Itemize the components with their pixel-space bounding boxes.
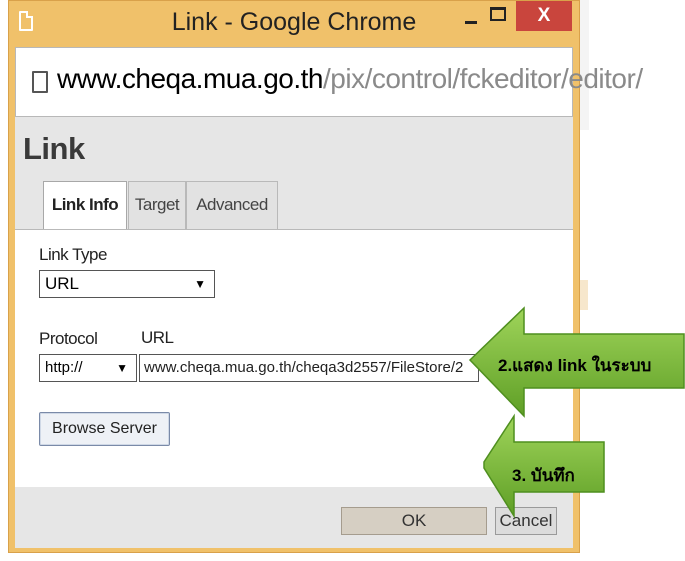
link-type-label: Link Type: [39, 245, 107, 264]
url-host: www.cheqa.mua.go.th: [57, 63, 324, 94]
annotation-callout-link: 2.แสดง link ในระบบ: [498, 356, 652, 375]
link-type-select[interactable]: URL ▼: [39, 270, 215, 298]
page-icon: [32, 71, 48, 93]
minimize-button[interactable]: [463, 11, 481, 25]
maximize-button[interactable]: [490, 7, 506, 21]
dropdown-arrow-icon: ▼: [116, 361, 128, 375]
url-path: /pix/control/fckeditor/editor/: [323, 63, 643, 94]
ok-button[interactable]: OK: [341, 507, 487, 535]
browse-server-button[interactable]: Browse Server: [39, 412, 170, 446]
protocol-value: http://: [45, 359, 83, 376]
url-input[interactable]: www.cheqa.mua.go.th/cheqa3d2557/FileStor…: [139, 354, 479, 382]
protocol-label: Protocol: [39, 329, 98, 348]
tab-link-info[interactable]: Link Info: [43, 181, 127, 229]
address-url: www.cheqa.mua.go.th/pix/control/fckedito…: [57, 63, 643, 95]
annotation-callout-save: 3. บันทึก: [512, 466, 575, 485]
url-label: URL: [141, 328, 174, 347]
dialog-header: Link Link Info Target Advanced: [15, 117, 573, 229]
tab-target[interactable]: Target: [128, 181, 186, 229]
dialog-title: Link: [23, 131, 85, 166]
address-bar[interactable]: www.cheqa.mua.go.th/pix/control/fckedito…: [15, 47, 643, 117]
tab-advanced[interactable]: Advanced: [186, 181, 278, 229]
close-button[interactable]: X: [516, 1, 572, 31]
title-bar[interactable]: Link - Google Chrome X: [9, 1, 579, 47]
protocol-select[interactable]: http:// ▼: [39, 354, 137, 382]
link-type-value: URL: [45, 274, 80, 293]
dropdown-arrow-icon: ▼: [194, 277, 206, 291]
